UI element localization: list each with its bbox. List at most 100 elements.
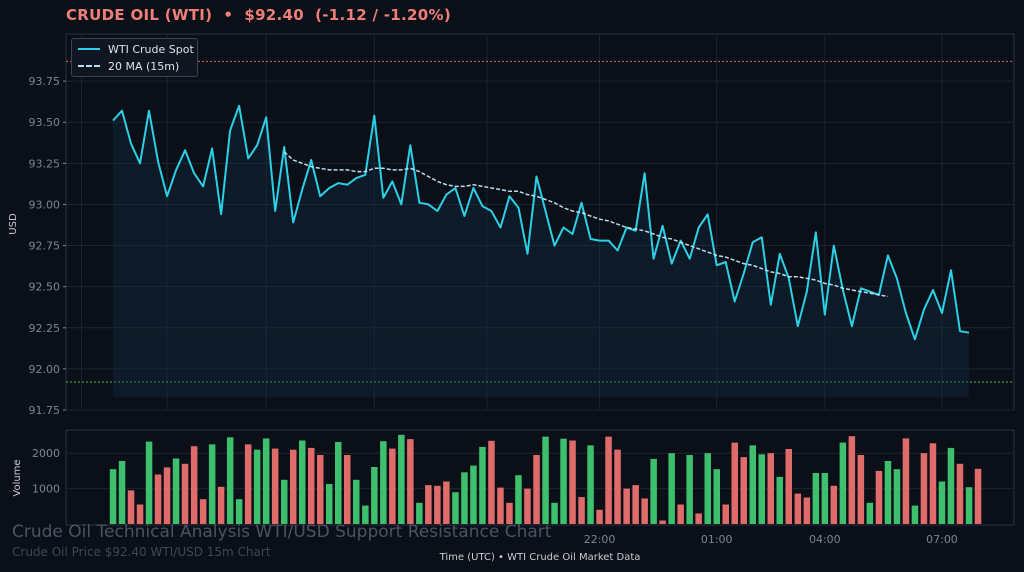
volume-bar — [398, 434, 405, 524]
volume-bar — [488, 440, 495, 524]
volume-bar — [353, 479, 360, 524]
chart-legend: WTI Crude Spot 20 MA (15m) — [71, 38, 198, 77]
volume-bar — [650, 458, 657, 524]
volume-bar — [857, 455, 865, 524]
volume-bar — [118, 461, 126, 524]
volume-bar — [839, 442, 847, 524]
volume-bar — [884, 461, 892, 524]
volume-bar — [154, 474, 162, 524]
volume-bar — [965, 487, 973, 524]
volume-bar — [785, 449, 792, 524]
volume-bar — [713, 469, 720, 524]
legend-label-ma: 20 MA (15m) — [108, 59, 180, 73]
volume-bar — [226, 437, 234, 524]
volume-bar — [290, 449, 297, 524]
volume-bar — [767, 453, 774, 524]
legend-item-spot: WTI Crude Spot — [78, 42, 194, 56]
volume-bar — [208, 444, 216, 524]
watermark-subtitle: Crude Oil Price $92.40 WTI/USD 15m Chart — [12, 545, 271, 559]
volume-bar — [281, 479, 288, 524]
volume-bar — [911, 505, 919, 524]
volume-bar — [812, 473, 820, 524]
volume-bar — [794, 493, 802, 524]
volume-bar — [587, 445, 594, 524]
volume-bar — [740, 457, 747, 524]
volume-bar — [443, 481, 450, 524]
volume-bar — [470, 465, 477, 524]
price-tick-label: 92.25 — [29, 322, 61, 335]
volume-bar — [947, 447, 955, 524]
volume-bar — [974, 468, 982, 524]
volume-bar — [929, 443, 937, 524]
price-tick-label: 92.00 — [29, 363, 61, 376]
x-tick-label: 07:00 — [926, 533, 958, 546]
volume-bar — [244, 444, 252, 524]
volume-bar — [722, 504, 729, 524]
volume-bar — [389, 448, 396, 524]
volume-bar — [335, 441, 342, 524]
volume-bar — [848, 436, 856, 524]
volume-bar — [632, 485, 639, 524]
price-volume-chart: 91.75 92.00 92.25 92.50 92.75 93.00 93.25 93.50… — [8, 33, 1015, 563]
price-tick-label: 93.50 — [29, 116, 61, 129]
volume-bar — [551, 502, 558, 524]
volume-bar — [262, 438, 270, 524]
volume-bar — [344, 455, 351, 524]
x-tick-label: 22:00 — [584, 533, 616, 546]
volume-bar — [533, 455, 540, 524]
legend-swatch-spot — [78, 48, 100, 50]
volume-bar — [659, 520, 666, 524]
volume-bar — [875, 470, 883, 524]
x-axis-label: Time (UTC) • WTI Crude Oil Market Data — [439, 552, 641, 563]
legend-label-spot: WTI Crude Spot — [108, 42, 194, 56]
volume-bar — [956, 463, 964, 524]
legend-swatch-ma — [78, 65, 100, 67]
watermark-title: Crude Oil Technical Analysis WTI/USD Sup… — [12, 522, 552, 542]
price-y-axis-label: USD — [8, 213, 19, 235]
volume-bar — [497, 487, 504, 524]
volume-bar — [326, 484, 333, 524]
volume-bar — [695, 513, 702, 524]
volume-bar — [623, 488, 630, 524]
volume-bar — [452, 492, 459, 524]
volume-bar — [542, 436, 549, 524]
volume-bar — [425, 485, 432, 524]
volume-bar — [109, 469, 117, 524]
price-tick-label: 93.00 — [29, 198, 61, 211]
volume-bar — [163, 467, 171, 524]
volume-bar — [893, 469, 901, 524]
volume-bar — [938, 481, 946, 524]
volume-bar — [172, 458, 180, 524]
volume-bar — [866, 502, 874, 524]
price-panel: 91.75 92.00 92.25 92.50 92.75 93.00 93.25 93.50… — [29, 33, 1015, 417]
volume-bar — [677, 504, 684, 524]
x-tick-label: 04:00 — [809, 533, 841, 546]
volume-bar — [317, 455, 324, 524]
volume-bar — [731, 442, 738, 524]
x-tick-label: 01:00 — [701, 533, 733, 546]
volume-y-axis-label: Volume — [12, 459, 23, 496]
volume-bar — [515, 475, 522, 524]
volume-bar — [902, 438, 910, 524]
volume-bar — [371, 467, 378, 524]
volume-bar — [217, 486, 225, 524]
volume-bar — [253, 449, 261, 524]
volume-bar — [308, 447, 315, 524]
price-tick-label: 92.50 — [29, 281, 61, 294]
volume-bar — [434, 485, 441, 524]
volume-bar — [596, 509, 603, 524]
volume-bar — [416, 502, 423, 524]
volume-bar — [920, 453, 928, 524]
volume-bar — [479, 446, 486, 524]
volume-bar — [407, 439, 414, 524]
volume-bar — [299, 440, 306, 524]
volume-bar — [776, 476, 783, 524]
volume-bar — [560, 438, 567, 524]
volume-bar — [235, 499, 243, 524]
price-tick-label: 93.75 — [29, 75, 61, 88]
volume-bar — [145, 441, 153, 524]
volume-bar — [605, 436, 612, 524]
volume-bar — [821, 473, 829, 524]
volume-bar — [578, 497, 585, 524]
volume-bar — [749, 445, 756, 524]
